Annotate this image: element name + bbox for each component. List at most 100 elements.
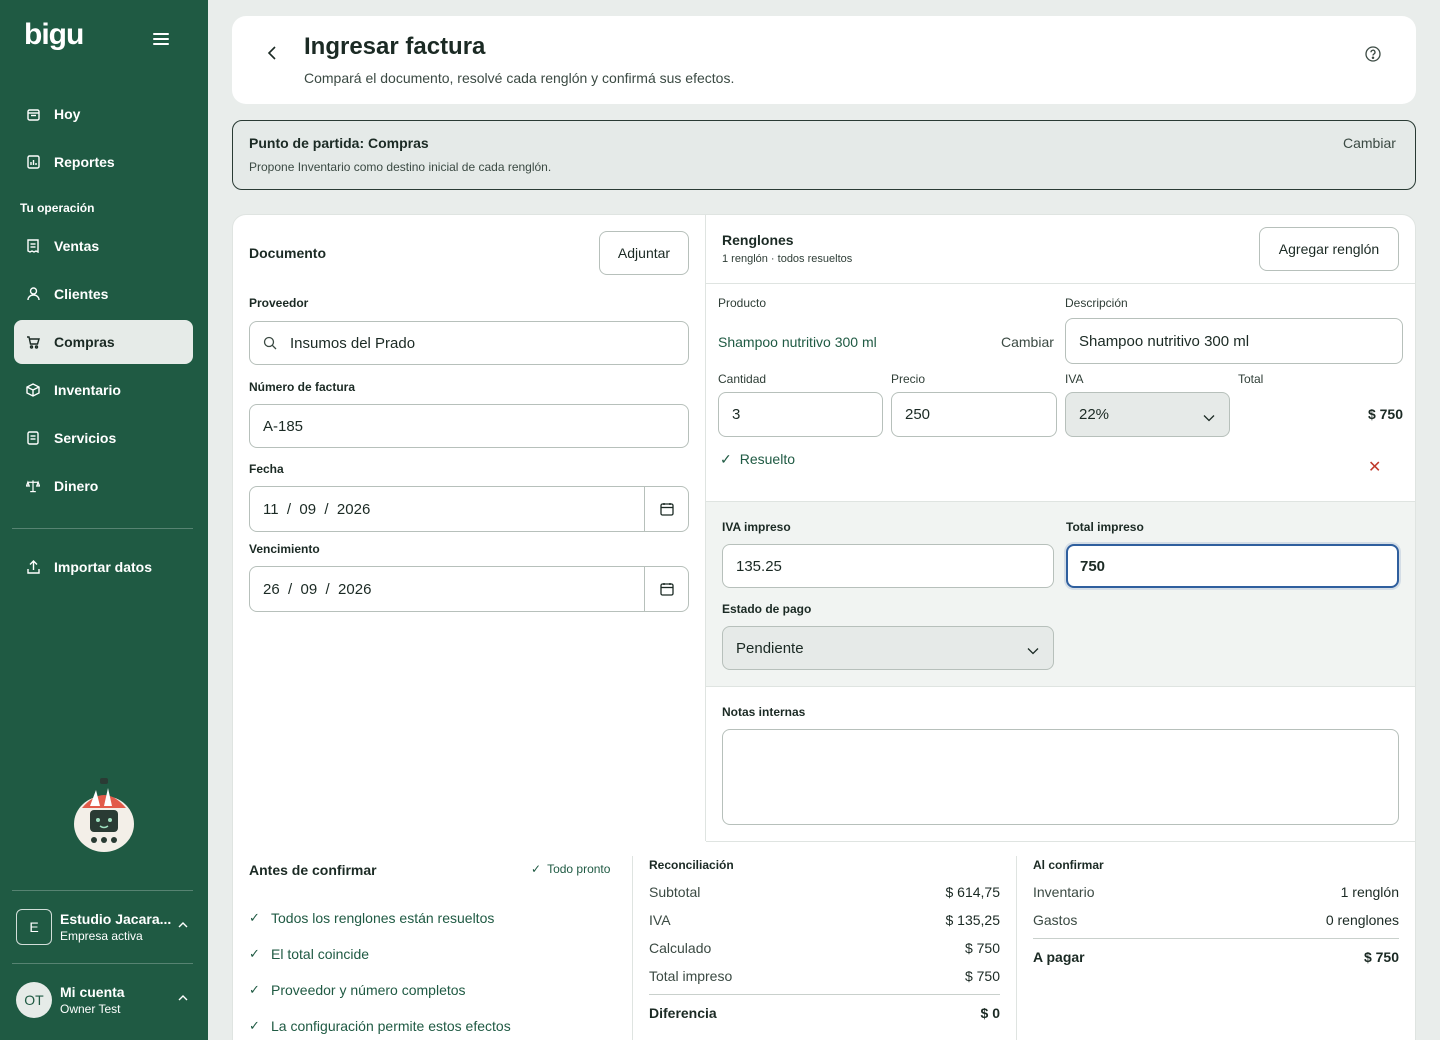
- check-item: ✓ Proveedor y número completos: [249, 982, 466, 998]
- calendar-icon[interactable]: [644, 567, 688, 611]
- printed-total-value: 750: [1080, 557, 1106, 575]
- page-subtitle: Compará el documento, resolvé cada rengl…: [304, 70, 735, 86]
- payment-status-select[interactable]: Pendiente: [722, 626, 1054, 670]
- difference-value: $ 0: [980, 1005, 1000, 1021]
- on-confirm-key: Gastos: [1033, 912, 1078, 928]
- divider: [1016, 856, 1017, 1040]
- reconciliation-key: Calculado: [649, 940, 712, 956]
- check-icon: ✓: [249, 1018, 260, 1033]
- supplier-label: Proveedor: [249, 296, 309, 310]
- sidebar-item-compras[interactable]: Compras: [14, 320, 193, 364]
- add-line-button[interactable]: Agregar renglón: [1259, 227, 1399, 271]
- sidebar: bigu Hoy Reportes Tu operación Ventas Cl…: [0, 0, 208, 1040]
- search-icon: [263, 336, 277, 354]
- iva-label: IVA: [1065, 372, 1084, 386]
- sidebar-item-label: Ventas: [54, 238, 100, 254]
- product-value[interactable]: Shampoo nutritivo 300 ml: [718, 334, 877, 350]
- notes-textarea[interactable]: [722, 729, 1399, 825]
- sidebar-item-label: Hoy: [54, 106, 81, 122]
- account-menu[interactable]: OT Mi cuenta Owner Test: [16, 976, 196, 1024]
- calendar-today-icon: [26, 107, 40, 121]
- sidebar-item-servicios[interactable]: Servicios: [14, 416, 193, 460]
- on-confirm-title: Al confirmar: [1033, 858, 1104, 872]
- invoice-number-input[interactable]: A-185: [249, 404, 689, 448]
- due-date-value: 26 / 09 / 2026: [263, 580, 372, 598]
- printed-total-input[interactable]: 750: [1066, 544, 1399, 588]
- payment-status-label: Estado de pago: [722, 602, 812, 616]
- account-name: Mi cuenta: [60, 984, 125, 1000]
- back-icon[interactable]: [266, 44, 282, 62]
- reconciliation-value: $ 750: [964, 940, 1000, 956]
- attach-button[interactable]: Adjuntar: [599, 231, 689, 275]
- sidebar-item-reportes[interactable]: Reportes: [14, 140, 193, 184]
- lines-summary: 1 renglón · todos resueltos: [722, 253, 853, 265]
- supplier-value: Insumos del Prado: [290, 334, 416, 352]
- sidebar-item-hoy[interactable]: Hoy: [14, 92, 193, 136]
- chevron-down-icon: [1203, 409, 1215, 422]
- change-product-link[interactable]: Cambiar: [1001, 334, 1054, 350]
- change-starting-point-link[interactable]: Cambiar: [1343, 135, 1396, 151]
- starting-point-subtitle: Propone Inventario como destino inicial …: [249, 160, 552, 174]
- calendar-icon[interactable]: [644, 487, 688, 531]
- description-label: Descripción: [1065, 296, 1128, 310]
- sidebar-item-label: Dinero: [54, 478, 99, 494]
- supplier-input[interactable]: Insumos del Prado: [249, 321, 689, 365]
- printed-iva-label: IVA impreso: [722, 520, 791, 534]
- app-logo[interactable]: bigu: [24, 18, 84, 52]
- printed-iva-value: 135.25: [736, 557, 782, 575]
- company-switcher[interactable]: E Estudio Jacara... Empresa activa: [16, 903, 196, 951]
- printed-total-label: Total impreso: [1066, 520, 1144, 534]
- remove-line-icon[interactable]: ✕: [1368, 457, 1381, 477]
- date-input[interactable]: 11 / 09 / 2026: [249, 486, 689, 532]
- date-label: Fecha: [249, 462, 284, 476]
- check-item: ✓ El total coincide: [249, 946, 369, 962]
- check-icon: ✓: [720, 451, 732, 467]
- sidebar-item-ventas[interactable]: Ventas: [14, 224, 193, 268]
- amount-to-pay-label: A pagar: [1033, 949, 1085, 965]
- description-input[interactable]: Shampoo nutritivo 300 ml: [1065, 318, 1403, 364]
- quantity-input[interactable]: 3: [718, 392, 883, 437]
- on-confirm-value: 1 renglón: [1340, 884, 1399, 900]
- printed-iva-input[interactable]: 135.25: [722, 544, 1054, 588]
- help-icon[interactable]: [1365, 46, 1381, 62]
- hamburger-menu-icon[interactable]: [153, 33, 169, 47]
- amount-to-pay-value: $ 750: [1363, 949, 1399, 965]
- cart-icon: [26, 335, 40, 349]
- checks-status-label: Todo pronto: [547, 862, 611, 876]
- sidebar-item-label: Servicios: [54, 430, 117, 446]
- company-badge: E: [16, 909, 52, 945]
- on-confirm-value: 0 renglones: [1325, 912, 1399, 928]
- sidebar-divider: [12, 963, 193, 964]
- divider: [1033, 938, 1399, 939]
- difference-label: Diferencia: [649, 1005, 717, 1021]
- price-input[interactable]: 250: [891, 392, 1057, 437]
- starting-point-banner: [232, 120, 1416, 190]
- resolved-status: ✓ Resuelto: [720, 451, 795, 468]
- sidebar-item-inventario[interactable]: Inventario: [14, 368, 193, 412]
- reconciliation-value: $ 750: [964, 968, 1000, 984]
- checks-title: Antes de confirmar: [249, 862, 377, 878]
- reconciliation-title: Reconciliación: [649, 858, 734, 872]
- iva-select[interactable]: 22%: [1065, 392, 1230, 437]
- price-label: Precio: [891, 372, 926, 386]
- sidebar-item-importar[interactable]: Importar datos: [14, 545, 193, 589]
- sidebar-item-label: Clientes: [54, 286, 109, 302]
- chevron-down-icon: [1027, 642, 1039, 655]
- box-icon: [26, 383, 40, 397]
- sidebar-item-dinero[interactable]: Dinero: [14, 464, 193, 508]
- sidebar-item-clientes[interactable]: Clientes: [14, 272, 193, 316]
- chevron-up-icon: [178, 993, 188, 1004]
- quantity-value: 3: [732, 406, 741, 423]
- price-value: 250: [905, 406, 931, 423]
- quantity-label: Cantidad: [718, 372, 767, 386]
- sidebar-item-label: Reportes: [54, 154, 115, 170]
- upload-icon: [26, 560, 40, 574]
- check-icon: ✓: [531, 862, 542, 876]
- check-item-label: Proveedor y número completos: [271, 982, 466, 998]
- sidebar-item-label: Compras: [54, 334, 115, 350]
- document-section-title: Documento: [249, 245, 326, 261]
- user-icon: [26, 287, 40, 301]
- divider: [706, 686, 1415, 687]
- due-date-input[interactable]: 26 / 09 / 2026: [249, 566, 689, 612]
- iva-value: 22%: [1079, 406, 1110, 423]
